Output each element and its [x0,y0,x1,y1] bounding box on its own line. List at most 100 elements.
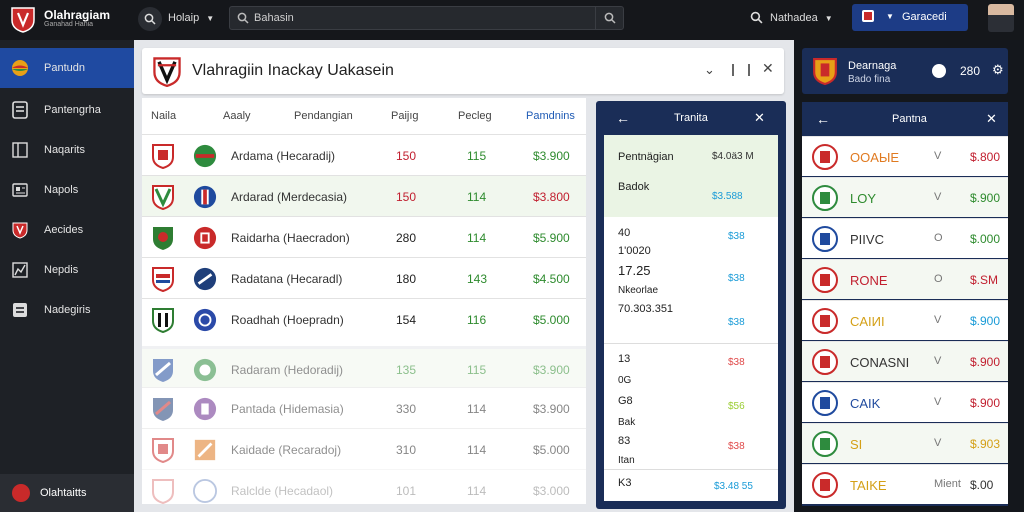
team-crest-icon [812,472,838,498]
notifications-label: Nathadea [770,12,818,24]
market-change: V [934,191,942,203]
cta-button[interactable]: ▼ Garacedi [852,4,968,31]
market-row[interactable]: CAIK V $.900 [802,382,1008,422]
search-icon[interactable] [750,11,763,24]
matches-table: Naila Aaaly Pendangian Paijıg Pecleg Pam… [142,98,586,504]
detail-label: 1'0020 [618,245,651,257]
chart-icon [11,261,29,279]
sidebar-item-0[interactable]: Pantudn [0,48,134,88]
detail-label: Badok [618,181,650,193]
match-name: Radatana (Hecaradl) [231,272,343,286]
match-stat: 115 [467,363,487,377]
home-crest-icon [153,398,173,421]
sidebar-item-4[interactable]: Aecides [0,210,134,250]
sidebar-footer[interactable]: Olahtaitts [0,474,134,512]
search-submit-button[interactable] [595,7,623,29]
sidebar-item-3[interactable]: Napols [0,170,134,210]
market-row[interactable]: CAIИI V $.900 [802,300,1008,340]
detail-value: $38 [728,231,745,242]
match-price: $5.000 [533,313,570,327]
market-row[interactable]: CONASNI V $.900 [802,341,1008,381]
detail-value: $56 [728,401,745,412]
detail-label: 13 [618,353,631,365]
close-icon[interactable]: ✕ [762,60,774,77]
column-header[interactable]: Pecleg [458,110,492,122]
column-header[interactable]: Pamdnins [526,110,575,122]
table-row[interactable]: Pantada (Hidemasia) 330 114 $3.900 [142,387,586,428]
search-bar [229,6,624,30]
table-row[interactable]: Ardama (Hecaradij) 150 115 $3.900 [142,134,586,175]
ball-icon [11,59,29,77]
table-row[interactable]: Kaidade (Recaradoj) 310 114 $5.000 [142,428,586,469]
detail-header: ← Tranita ✕ [596,101,786,135]
search-input[interactable] [254,10,594,26]
filter-dropdown[interactable]: Holaip ▼ [168,12,214,24]
match-stat: 310 [396,443,417,457]
market-row[interactable]: RONE O $.SM [802,259,1008,299]
back-arrow-icon[interactable]: ← [616,110,630,126]
wallet-icon[interactable] [932,64,946,78]
column-header[interactable]: Aaaly [223,110,251,122]
sidebar-item-2[interactable]: Naqarits [0,130,134,170]
search-icon[interactable] [138,7,162,31]
sidebar-item-5[interactable]: Nepdis [0,250,134,290]
club-crest-icon [153,57,181,87]
close-icon[interactable]: ✕ [754,110,765,126]
detail-label: 40 [618,227,631,239]
club-crest-icon [813,58,837,86]
sidebar: Pantudn Pantengrha Naqarits Napols Aecid… [0,40,134,512]
market-change: V [934,396,942,408]
window-icon[interactable] [732,64,750,76]
column-header[interactable]: Naila [151,110,176,122]
team-crest-icon [812,185,838,211]
column-header[interactable]: Pendangian [294,110,353,122]
table-row[interactable]: Ardarad (Merdecasia) 150 114 $3.800 [142,175,586,216]
detail-value: $38 [728,273,745,284]
match-name: Roadhah (Hoepradn) [231,313,344,327]
market-row[interactable]: LOY V $.900 [802,177,1008,217]
sidebar-item-label: Pantudn [44,62,85,74]
sidebar-item-6[interactable]: Nadegiris [0,290,134,330]
market-change: V [934,355,942,367]
sidebar-item-1[interactable]: Pantengrha [0,90,134,130]
detail-value: $38 [728,317,745,328]
shield-icon [11,221,29,239]
column-header[interactable]: Paijıg [391,110,419,122]
sidebar-item-label: Nadegiris [44,304,91,316]
market-price: $.900 [970,396,1001,410]
away-crest-icon [193,144,217,168]
page-title: Vlahragiin Inackay Uakasein [192,62,394,79]
market-label: CAIK [850,396,881,411]
chevron-down-icon[interactable]: ⌄ [704,62,715,78]
settings-icon[interactable]: ⚙ [992,62,1004,78]
away-crest-icon [193,397,217,421]
table-row[interactable]: Radatana (Hecaradl) 180 143 $4.500 [142,257,586,298]
market-row[interactable]: TAIKE Mient $.00 [802,464,1008,504]
top-bar: Olahragiam Ganahad Hania Holaip ▼ Nathad… [0,0,1024,40]
market-row[interactable]: SI V $.903 [802,423,1008,463]
match-price: $3.000 [533,484,570,498]
table-row[interactable]: Radaram (Hedoradij) 135 115 $3.900 [142,346,586,387]
market-price: $.SM [970,273,999,287]
market-row[interactable]: PIIVC O $.000 [802,218,1008,258]
doc-icon [11,301,29,319]
gift-icon [862,10,874,22]
market-row[interactable]: OOAЫE V $.800 [802,136,1008,176]
table-row[interactable]: Ralclde (Hecadaol) 101 114 $3.000 [142,469,586,510]
match-name: Radaram (Hedoradij) [231,363,344,377]
market-label: CAIИI [850,314,885,329]
close-icon[interactable]: ✕ [986,111,997,127]
shield-icon [12,484,30,502]
market-label: SI [850,437,863,452]
market-price: $.903 [970,437,1001,451]
market-label: LOY [850,191,877,206]
notifications-dropdown[interactable]: Nathadea ▼ [770,12,833,24]
account-subtitle: Bado fina [848,74,891,85]
cta-label: Garacedi [902,11,947,23]
avatar[interactable] [988,4,1014,32]
brand-logo-icon[interactable] [10,5,36,33]
table-row[interactable]: Roadhah (Hoepradn) 154 116 $5.000 [142,298,586,339]
home-crest-icon [153,227,173,250]
table-row[interactable]: Raidarha (Haecradon) 280 114 $5.900 [142,216,586,257]
back-arrow-icon[interactable]: ← [816,111,830,127]
